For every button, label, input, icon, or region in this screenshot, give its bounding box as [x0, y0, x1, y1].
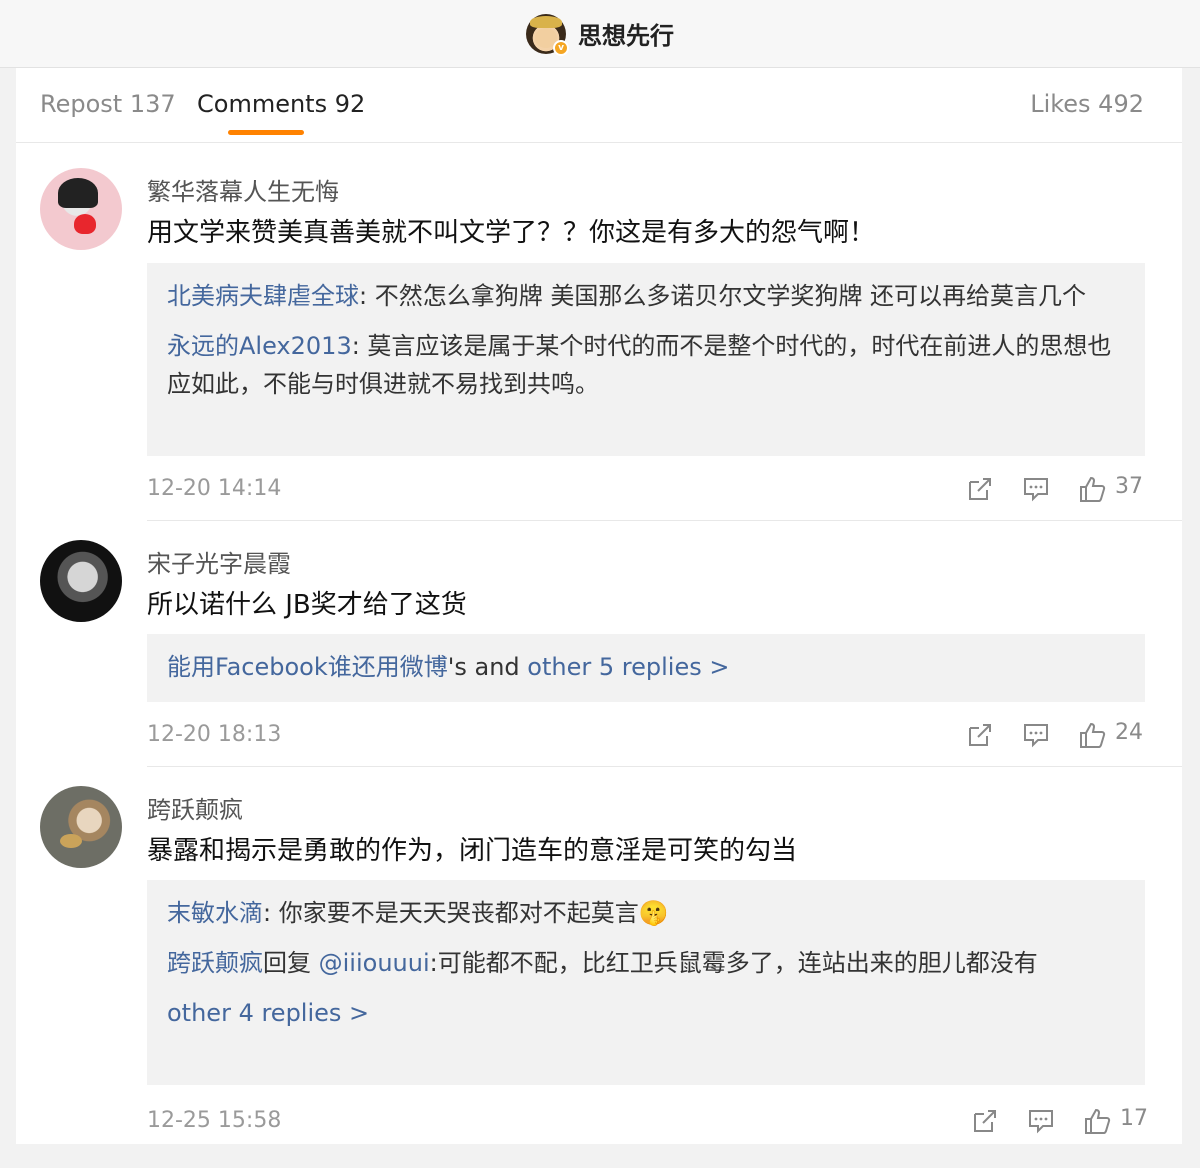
reply-item: 末敏水滴: 你家要不是天天哭丧都对不起莫言🤫: [167, 894, 1125, 932]
comment-text: 所以诺什么 JB奖才给了这货: [147, 590, 467, 620]
reply-box[interactable]: 末敏水滴: 你家要不是天天哭丧都对不起莫言🤫 跨跃颠疯回复 @iiiouuui:…: [147, 880, 1145, 1085]
comment-meta: 12-20 14:14 37: [147, 470, 1145, 510]
reply-item: 永远的Alex2013: 莫言应该是属于某个时代的而不是整个时代的，时代在前进人…: [167, 327, 1125, 403]
like-count: 24: [1115, 720, 1143, 745]
share-icon[interactable]: [965, 720, 995, 750]
comment-time: 12-20 14:14: [147, 476, 282, 501]
comment-meta: 12-20 18:13 24: [147, 716, 1145, 756]
comment-time: 12-20 18:13: [147, 722, 282, 747]
comment-meta: 12-25 15:58 17: [147, 1102, 1148, 1142]
comments-panel: Repost 137 Comments 92 Likes 492 繁华落幕人生无…: [16, 68, 1182, 1144]
comment-username[interactable]: 繁华落幕人生无悔: [147, 172, 339, 207]
comment-username[interactable]: 宋子光字晨霞: [147, 544, 291, 579]
avatar-hair-shape: [58, 178, 98, 208]
share-icon[interactable]: [965, 474, 995, 504]
account-title[interactable]: 思想先行: [578, 16, 674, 51]
comment-time: 12-25 15:58: [147, 1108, 282, 1133]
heart-icon: [74, 214, 96, 234]
reply-item: other 4 replies >: [167, 994, 1125, 1032]
shush-emoji-icon: 🤫: [638, 899, 669, 927]
comment-text: 暴露和揭示是勇敢的作为，闭门造车的意淫是可笑的勾当: [147, 836, 798, 866]
comment-text: 用文学来赞美真善美就不叫文学了？？你这是有多大的怨气啊！: [147, 218, 876, 248]
reply-username[interactable]: 跨跃颠疯: [167, 949, 263, 977]
reply-item: 北美病夫肆虐全球: 不然怎么拿狗牌 美国那么多诺贝尔文学奖狗牌 还可以再给莫言几…: [167, 277, 1125, 315]
avatar[interactable]: [40, 168, 122, 250]
tab-bar: Repost 137 Comments 92 Likes 492: [16, 68, 1182, 143]
share-icon[interactable]: [970, 1106, 1000, 1136]
reply-username[interactable]: 永远的Alex2013: [167, 332, 352, 360]
comment-username[interactable]: 跨跃颠疯: [147, 790, 243, 825]
avatar[interactable]: [40, 540, 122, 622]
like-count: 17: [1120, 1106, 1148, 1131]
reply-username[interactable]: 能用Facebook谁还用微博: [167, 653, 448, 681]
divider: [147, 520, 1182, 521]
avatar[interactable]: [40, 786, 122, 868]
like-count: 37: [1115, 474, 1143, 499]
verified-badge-icon: v: [553, 39, 569, 56]
reply-prefix: 回复: [263, 949, 319, 977]
reply-text: : 你家要不是天天哭丧都对不起莫言: [263, 899, 639, 927]
reply-box[interactable]: 能用Facebook谁还用微博's and other 5 replies >: [147, 634, 1145, 702]
avatar-hat-shape: [530, 15, 562, 28]
account-avatar[interactable]: v: [526, 13, 569, 56]
reply-mention[interactable]: @iiiouuui: [319, 949, 430, 977]
reply-box[interactable]: 北美病夫肆虐全球: 不然怎么拿狗牌 美国那么多诺贝尔文学奖狗牌 还可以再给莫言几…: [147, 263, 1145, 456]
reply-username[interactable]: 末敏水滴: [167, 899, 263, 927]
tab-repost[interactable]: Repost 137: [40, 90, 176, 118]
reply-username[interactable]: 北美病夫肆虐全球: [167, 282, 359, 310]
reply-text: :可能都不配，比红卫兵鼠霉多了，连站出来的胆儿都没有: [429, 949, 1038, 977]
thumbs-up-icon[interactable]: [1077, 474, 1107, 504]
active-tab-indicator: [228, 130, 304, 135]
more-replies-link[interactable]: other 4 replies >: [167, 999, 369, 1027]
tab-comments[interactable]: Comments 92: [197, 90, 365, 118]
thumbs-up-icon[interactable]: [1082, 1106, 1112, 1136]
divider: [147, 766, 1182, 767]
reply-item: 跨跃颠疯回复 @iiiouuui:可能都不配，比红卫兵鼠霉多了，连站出来的胆儿都…: [167, 944, 1125, 982]
top-bar: v 思想先行: [0, 0, 1200, 68]
reply-text: 's and: [447, 653, 528, 681]
tab-likes[interactable]: Likes 492: [1030, 90, 1144, 118]
thumbs-up-icon[interactable]: [1077, 720, 1107, 750]
comment-icon[interactable]: [1021, 720, 1051, 750]
comment-icon[interactable]: [1026, 1106, 1056, 1136]
comment-icon[interactable]: [1021, 474, 1051, 504]
reply-text: : 不然怎么拿狗牌 美国那么多诺贝尔文学奖狗牌 还可以再给莫言几个: [359, 282, 1086, 310]
more-replies-link[interactable]: other 5 replies >: [527, 653, 729, 681]
avatar-bowl-shape: [60, 834, 82, 848]
